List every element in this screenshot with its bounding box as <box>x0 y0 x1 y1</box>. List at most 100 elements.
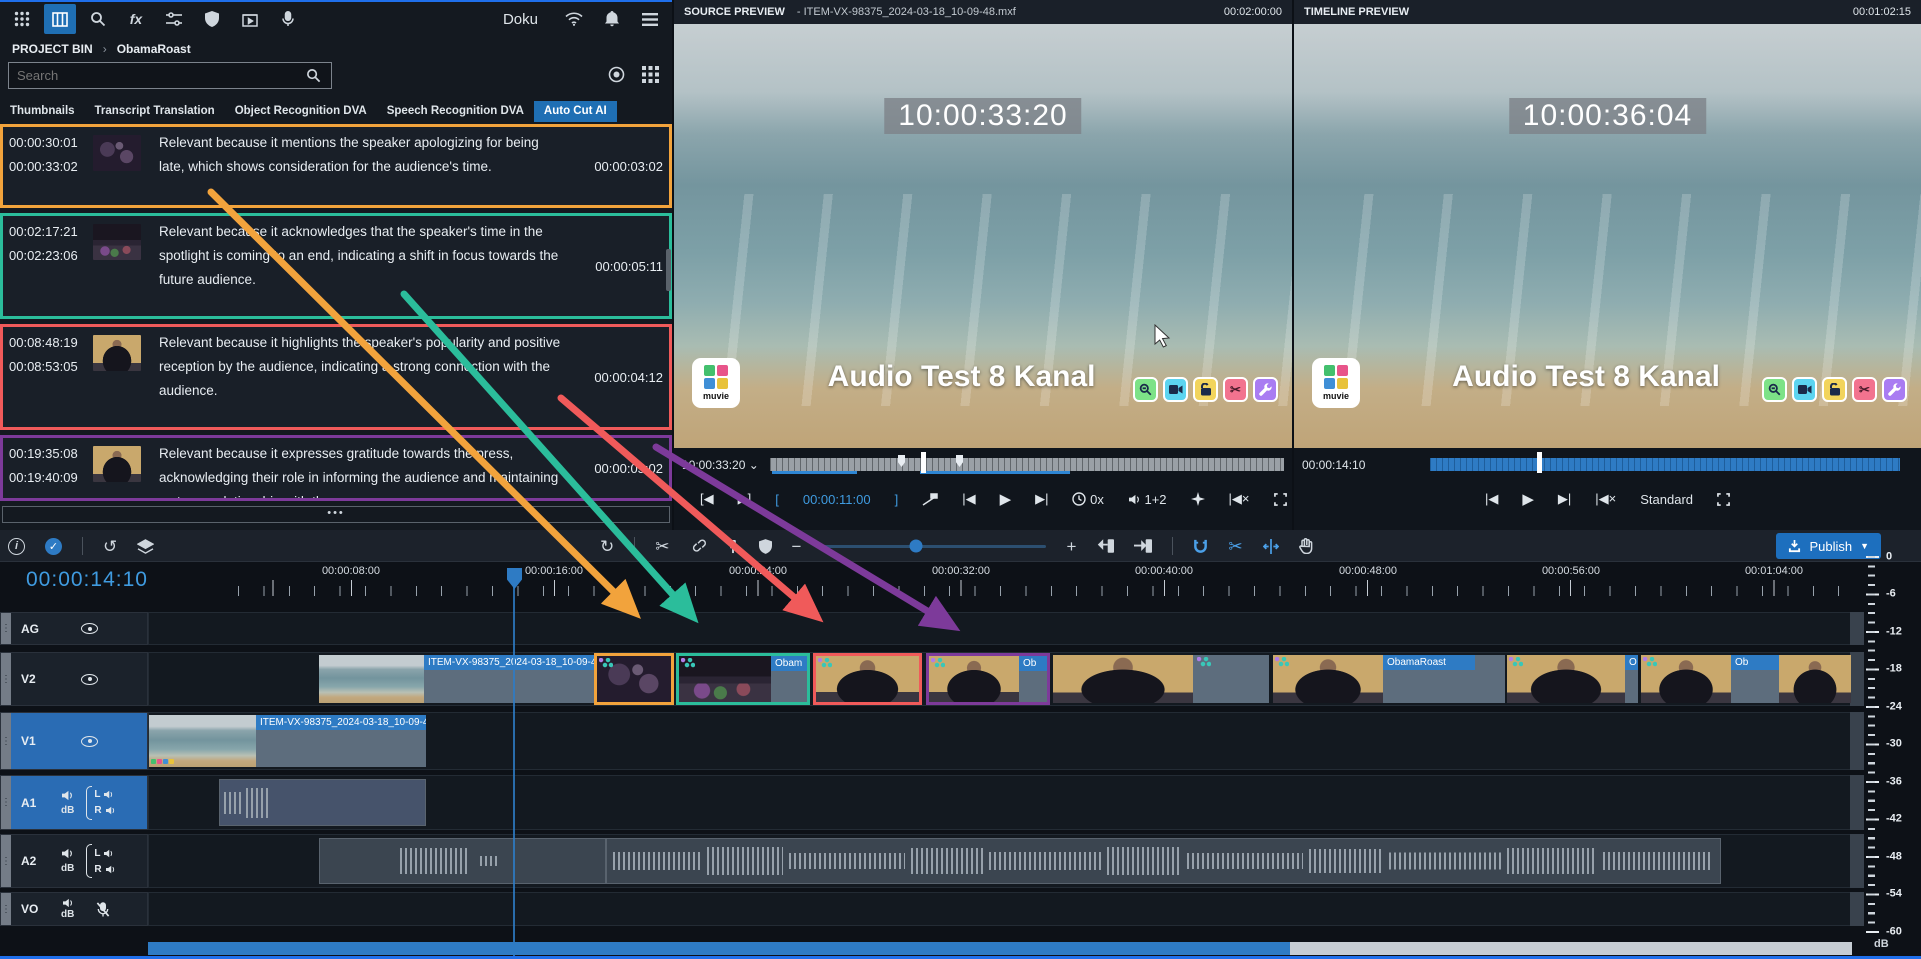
play-button[interactable]: ▶ <box>1522 490 1534 508</box>
layers-icon[interactable] <box>137 539 154 554</box>
search-icon[interactable] <box>306 68 321 83</box>
undo-button[interactable]: ↺ <box>103 538 117 555</box>
mark-out-bracket[interactable]: ] <box>895 492 899 507</box>
wrench-icon[interactable] <box>1253 377 1278 402</box>
source-scrub-bar[interactable] <box>770 458 1284 471</box>
zoom-in-button[interactable]: + <box>1066 538 1076 555</box>
speed-control[interactable]: 0x <box>1072 492 1103 507</box>
scissors-icon[interactable]: ✂ <box>1852 377 1877 402</box>
track-db-label[interactable]: dB <box>61 863 74 874</box>
source-scrub-timecode[interactable]: 10:00:33:20 ⌄ <box>682 458 759 472</box>
lock-icon[interactable] <box>1193 377 1218 402</box>
project-bin-icon[interactable] <box>44 4 76 34</box>
next-frame-button[interactable]: ▶| <box>1558 491 1571 507</box>
more-results-indicator[interactable]: ••• <box>2 506 670 523</box>
breadcrumb-root[interactable]: PROJECT BIN <box>12 42 93 56</box>
zoom-in-icon[interactable] <box>1133 377 1158 402</box>
subclip-icon[interactable] <box>922 493 938 506</box>
match-frame-icon[interactable] <box>1191 492 1205 506</box>
v2-clip-item[interactable]: ITEM-VX-98375_2024-03-18_10-09-4 <box>319 655 594 703</box>
hscrollbar-thumb[interactable] <box>148 942 1290 955</box>
wifi-icon[interactable] <box>558 4 590 34</box>
tab-speech-recognition[interactable]: Speech Recognition DVA <box>377 101 534 122</box>
channel-left[interactable]: L <box>94 848 115 859</box>
timeline-vertical-scrollbar[interactable] <box>1850 834 1864 888</box>
fullscreen-icon[interactable] <box>1717 493 1730 506</box>
source-playhead-marker[interactable] <box>922 454 925 473</box>
overwrite-edit-icon[interactable] <box>1134 539 1152 553</box>
search-input[interactable] <box>8 62 332 89</box>
workspace-label[interactable]: Doku <box>503 11 538 28</box>
channel-right[interactable]: R <box>94 805 115 816</box>
track-lane-ag[interactable] <box>148 612 1852 645</box>
timeline-vertical-scrollbar[interactable] <box>1850 775 1864 830</box>
a1-audio-clip[interactable] <box>219 779 426 826</box>
next-frame-button[interactable]: ▶| <box>1035 491 1048 507</box>
camera-icon[interactable] <box>1792 377 1817 402</box>
track-db-label[interactable]: dB <box>61 909 74 920</box>
track-drag-handle[interactable]: ⋮ <box>1 893 11 925</box>
snap-magnet-icon[interactable] <box>1193 538 1208 554</box>
loop-audio-icon[interactable]: |◀× <box>1229 491 1250 507</box>
razor-icon[interactable] <box>727 539 739 554</box>
track-db-label[interactable]: dB <box>61 805 74 816</box>
v1-clip-item[interactable]: ITEM-VX-98375_2024-03-18_10-09-48 <box>149 715 426 767</box>
marker-icon[interactable] <box>759 539 772 554</box>
clip-row-2[interactable]: 00:02:17:21 00:02:23:06 Relevant because… <box>0 213 672 319</box>
publish-dropdown-caret[interactable]: ▼ <box>1860 541 1869 551</box>
track-header-a1[interactable]: ⋮ A1 dB L R <box>0 775 148 830</box>
lock-icon[interactable] <box>1822 377 1847 402</box>
track-header-v1[interactable]: ⋮ V1 <box>0 712 148 770</box>
tab-auto-cut-ai[interactable]: Auto Cut AI <box>534 101 617 122</box>
goto-out-button[interactable]: ▶] <box>738 491 752 507</box>
voiceover-mic-muted-icon[interactable] <box>96 902 110 917</box>
track-drag-handle[interactable]: ⋮ <box>1 835 11 887</box>
v2-clip-highlight-purple[interactable]: Ob <box>926 653 1050 705</box>
channel-left[interactable]: L <box>94 789 115 800</box>
track-drag-handle[interactable]: ⋮ <box>1 713 11 769</box>
track-lane-a2[interactable] <box>148 834 1852 888</box>
fullscreen-icon[interactable] <box>1274 493 1287 506</box>
source-video-viewport[interactable]: 10:00:33:20 Audio Test 8 Kanal muvie ✂ <box>674 24 1292 448</box>
tab-transcript-translation[interactable]: Transcript Translation <box>85 101 225 122</box>
unlink-icon[interactable] <box>690 539 707 554</box>
timeline-vertical-scrollbar[interactable] <box>1850 652 1864 706</box>
v2-clip[interactable] <box>1053 655 1269 703</box>
timeline-scrub-bar[interactable] <box>1430 458 1900 471</box>
timeline-ruler[interactable]: 00:00:14:10 00:00:08:00 00:00:16:00 00:0… <box>0 562 1921 598</box>
track-lane-a1[interactable] <box>148 775 1852 830</box>
jump-start-mute-button[interactable]: |◀× <box>1595 491 1616 507</box>
track-drag-handle[interactable]: ⋮ <box>1 653 11 705</box>
channel-right[interactable]: R <box>94 864 115 875</box>
a2-audio-clip[interactable] <box>319 838 606 884</box>
track-visibility-eye-icon[interactable] <box>81 623 98 634</box>
timeline-horizontal-scrollbar[interactable] <box>148 942 1852 955</box>
track-lane-vo[interactable] <box>148 892 1852 926</box>
effects-icon[interactable]: fx <box>120 4 152 34</box>
track-drag-handle[interactable]: ⋮ <box>1 613 11 644</box>
timeline-vertical-scrollbar[interactable] <box>1850 892 1864 926</box>
panel-scrollbar[interactable] <box>666 249 671 291</box>
info-icon[interactable]: i <box>8 538 25 555</box>
goto-in-button[interactable]: [◀ <box>700 491 714 507</box>
settings-sliders-icon[interactable] <box>158 4 190 34</box>
track-header-a2[interactable]: ⋮ A2 dB L R <box>0 834 148 888</box>
quality-selector[interactable]: Standard <box>1640 492 1693 507</box>
v2-clip-obamaroast[interactable]: ObamaRoast <box>1273 655 1505 703</box>
insert-edit-icon[interactable] <box>1096 539 1114 553</box>
cut-selection-icon[interactable]: ✂ <box>1228 538 1242 555</box>
track-mute-speaker-icon[interactable] <box>61 848 74 859</box>
track-lane-v2[interactable]: ITEM-VX-98375_2024-03-18_10-09-4 Obam Ob <box>148 652 1852 706</box>
timeline-vertical-scrollbar[interactable] <box>1850 712 1864 770</box>
prev-frame-button[interactable]: |◀ <box>962 491 975 507</box>
tab-object-recognition[interactable]: Object Recognition DVA <box>225 101 377 122</box>
clip-row-4[interactable]: 00:19:35:08 00:19:40:09 Relevant because… <box>0 435 672 501</box>
breadcrumb-current[interactable]: ObamaRoast <box>117 42 191 56</box>
play-button[interactable]: ▶ <box>1000 490 1012 508</box>
track-header-vo[interactable]: ⋮ VO dB <box>0 892 148 926</box>
audio-channels-control[interactable]: 1+2 <box>1128 492 1167 507</box>
shield-icon[interactable] <box>196 4 228 34</box>
track-visibility-eye-icon[interactable] <box>81 736 98 747</box>
v2-clip-highlight-red[interactable] <box>813 653 922 705</box>
track-mute-speaker-icon[interactable] <box>61 790 74 801</box>
